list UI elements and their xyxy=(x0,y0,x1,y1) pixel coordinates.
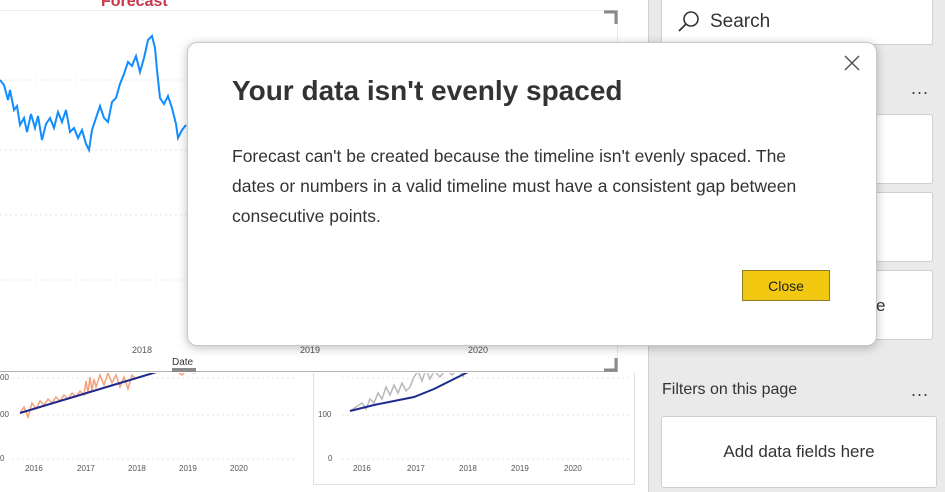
more-options-icon[interactable]: ... xyxy=(911,380,929,401)
series-actual xyxy=(349,373,465,412)
filters-on-page-title: Filters on this page xyxy=(662,381,798,398)
more-options-icon[interactable]: ... xyxy=(911,78,929,99)
partial-filter-text: e xyxy=(876,296,886,315)
y-tick: 0 xyxy=(328,454,333,463)
resize-handle-top-right xyxy=(604,10,618,24)
x-tick: 2018 xyxy=(459,464,477,473)
resize-handle-bottom xyxy=(172,368,196,372)
x-tick: 2017 xyxy=(407,464,425,473)
dialog-title: Your data isn't evenly spaced xyxy=(232,75,623,106)
close-icon[interactable] xyxy=(842,53,862,73)
x-tick: 2016 xyxy=(25,464,43,473)
x-tick: 2018 xyxy=(128,464,146,473)
y-tick: 100 xyxy=(318,410,332,419)
search-input[interactable]: Search xyxy=(661,0,933,45)
x-tick: 2020 xyxy=(468,345,489,355)
x-tick: 2020 xyxy=(230,464,248,473)
close-button[interactable]: Close xyxy=(742,270,830,301)
x-tick: 2016 xyxy=(353,464,371,473)
x-tick: 2019 xyxy=(511,464,529,473)
search-placeholder: Search xyxy=(710,10,771,32)
x-tick: 2019 xyxy=(300,345,321,355)
x-tick: 2018 xyxy=(132,345,153,355)
right-small-chart[interactable]: 100 0 2016 2017 2018 2019 2020 xyxy=(313,373,635,485)
y-tick: 00 xyxy=(0,410,9,419)
add-data-fields-dropzone[interactable]: Add data fields here xyxy=(661,416,937,488)
resize-handle-bottom-right xyxy=(604,358,618,372)
left-small-chart[interactable]: 00 00 0 2016 2017 2018 2019 2020 xyxy=(0,373,300,485)
series-trend xyxy=(349,373,469,412)
error-dialog: Your data isn't evenly spaced Forecast c… xyxy=(187,42,877,346)
x-tick: 2020 xyxy=(564,464,582,473)
x-tick: 2019 xyxy=(179,464,197,473)
series-trend xyxy=(19,373,157,414)
forecast-series-line xyxy=(0,34,187,154)
y-tick: 0 xyxy=(0,454,5,463)
y-tick: 00 xyxy=(0,373,9,382)
visual-header-icons[interactable] xyxy=(436,0,576,10)
x-tick: 2017 xyxy=(77,464,95,473)
x-axis-title: Date xyxy=(172,357,194,368)
search-icon xyxy=(678,10,699,32)
dialog-message: Forecast can't be created because the ti… xyxy=(232,146,797,226)
